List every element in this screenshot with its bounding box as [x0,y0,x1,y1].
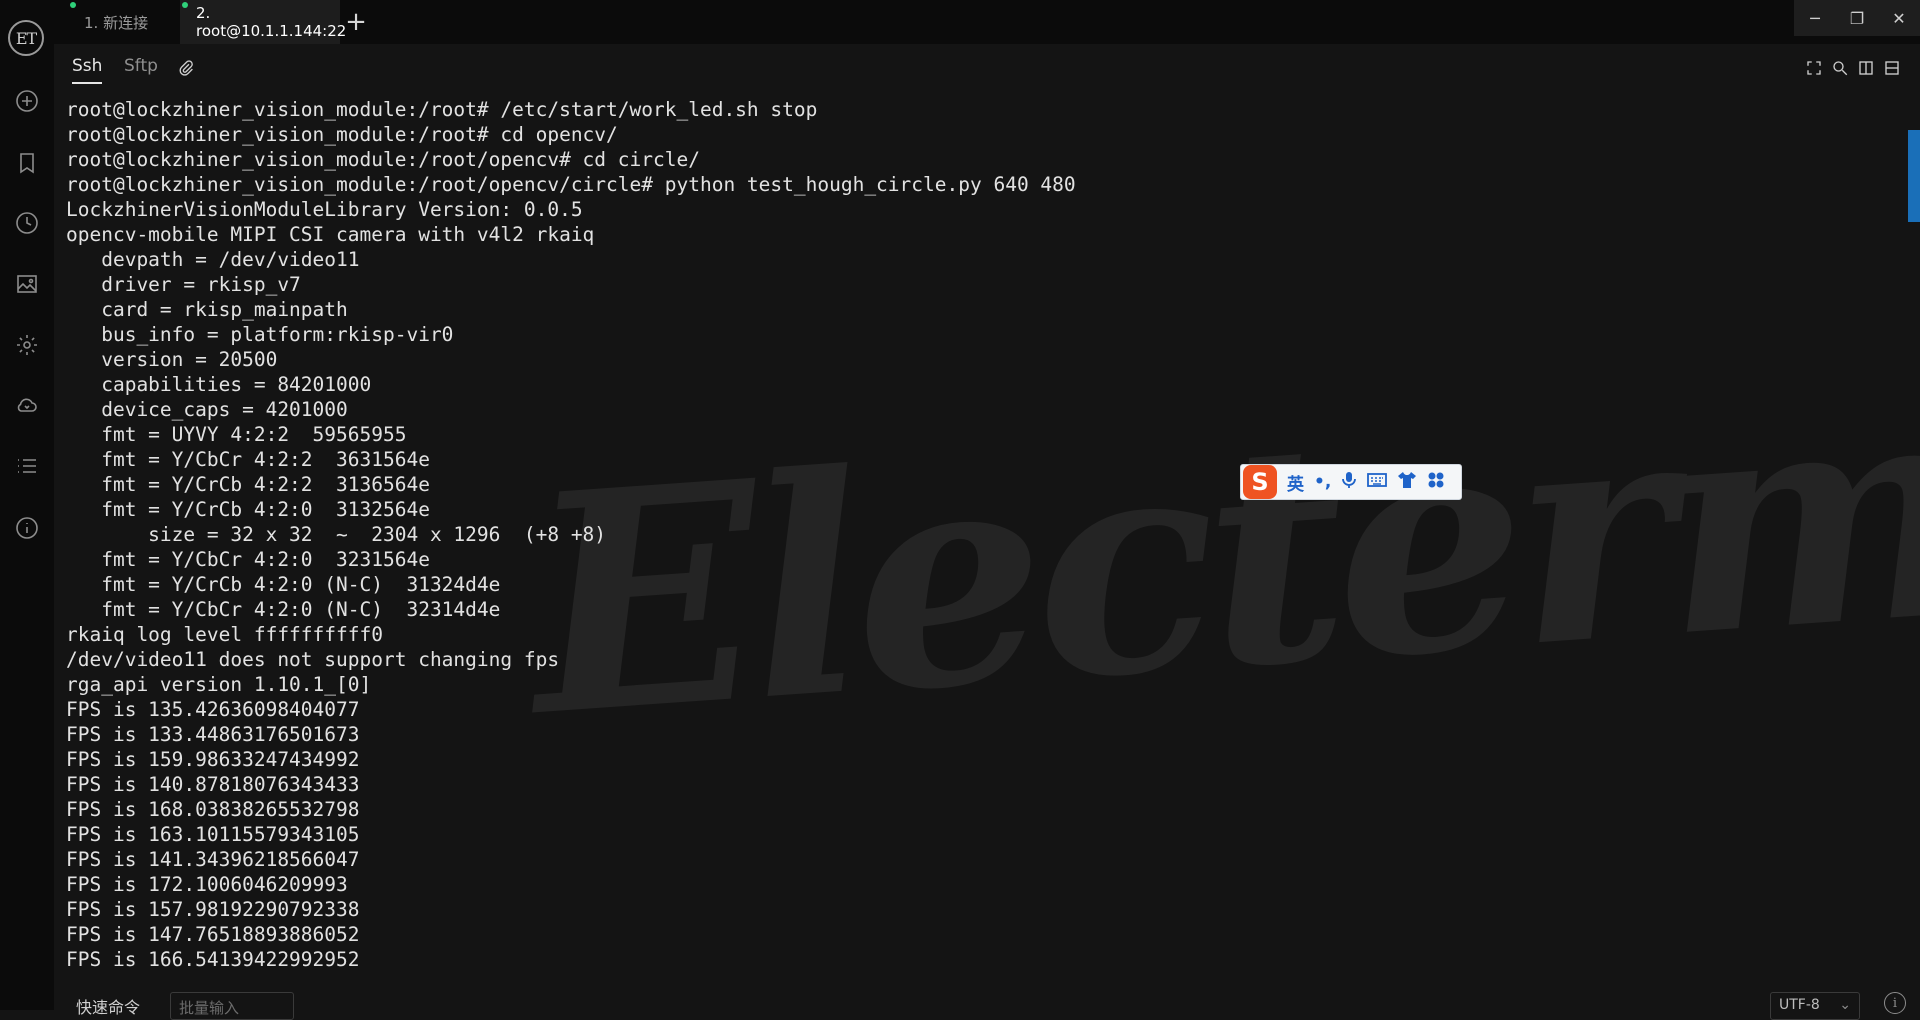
sogou-logo-icon[interactable]: S [1243,465,1277,499]
terminal-line: FPS is 133.44863176501673 [66,723,360,746]
tab-ssh-session[interactable]: 2. root@10.1.1.144:22 [180,0,346,44]
terminal-line: LockzhinerVisionModuleLibrary Version: 0… [66,198,583,221]
fullscreen-icon[interactable] [1804,58,1824,78]
info-icon[interactable]: i [1884,992,1906,1014]
bottom-bar: 快速命令 批量输入 UTF-8 ⌄ i [54,980,1920,1020]
history-icon[interactable] [12,208,42,238]
terminal-line: FPS is 163.10115579343105 [66,823,360,846]
bookmark-icon[interactable] [12,148,42,178]
terminal-line: driver = rkisp_v7 [66,273,301,296]
cloud-sync-icon[interactable] [12,390,42,420]
window-controls: ─ ❐ ✕ [1794,0,1920,36]
terminal-line: root@lockzhiner_vision_module:/root/open… [66,148,700,171]
attachment-icon[interactable] [176,58,196,78]
encoding-value: UTF-8 [1779,997,1820,1013]
terminal-line: FPS is 172.1006046209993 [66,873,348,896]
app-logo[interactable]: ET [8,20,44,56]
ime-language-toggle[interactable]: 英 [1287,470,1304,495]
skin-shirt-icon[interactable] [1397,471,1417,494]
terminal-line: version = 20500 [66,348,278,371]
tab-label: 1. 新连接 [84,13,149,32]
terminal-line: FPS is 140.87818076343433 [66,773,360,796]
terminal-line: FPS is 135.42636098404077 [66,698,360,721]
terminal-line: root@lockzhiner_vision_module:/root/open… [66,173,1076,196]
tab-new-connection[interactable]: 1. 新连接 [68,0,164,44]
terminal-line: fmt = Y/CbCr 4:2:2 3631564e [66,448,430,471]
terminal-line: FPS is 166.54139422992952 [66,948,360,971]
terminal-line: rkaiq log level ffffffffff0 [66,623,383,646]
tab-bar: 1. 新连接 2. root@10.1.1.144:22 + ─ ❐ ✕ [54,0,1920,44]
minimize-button[interactable]: ─ [1794,0,1836,36]
close-button[interactable]: ✕ [1878,0,1920,36]
search-icon[interactable] [1830,58,1850,78]
add-tab-button[interactable]: + [342,8,370,36]
terminal-line: fmt = Y/CbCr 4:2:0 3231564e [66,548,430,571]
terminal-line: FPS is 168.03838265532798 [66,798,360,821]
tab-sftp[interactable]: Sftp [124,56,158,76]
terminal-scrollbar[interactable] [1908,130,1920,222]
terminal-line: device_caps = 4201000 [66,398,348,421]
terminal-line: fmt = Y/CbCr 4:2:0 (N-C) 32314d4e [66,598,501,621]
microphone-icon[interactable] [1341,471,1357,494]
terminal-line: devpath = /dev/video11 [66,248,360,271]
quick-command-button[interactable]: 快速命令 [76,994,140,1018]
terminal-line: fmt = UYVY 4:2:2 59565955 [66,423,407,446]
image-icon[interactable] [12,269,42,299]
terminal-line: card = rkisp_mainpath [66,298,348,321]
terminal-line: fmt = Y/CrCb 4:2:2 3136564e [66,473,430,496]
toolbox-grid-icon[interactable] [1427,471,1445,494]
info-icon[interactable] [12,513,42,543]
left-sidebar: ET [0,0,54,1010]
terminal-line: FPS is 141.34396218566047 [66,848,360,871]
terminal-line: opencv-mobile MIPI CSI camera with v4l2 … [66,223,595,246]
terminal-line: FPS is 157.98192290792338 [66,898,360,921]
split-vertical-icon[interactable] [1856,58,1876,78]
terminal-line: fmt = Y/CrCb 4:2:0 3132564e [66,498,430,521]
batch-input-field[interactable]: 批量输入 [170,992,294,1020]
terminal-line: FPS is 147.76518893886052 [66,923,360,946]
terminal-line: size = 32 x 32 ~ 2304 x 1296 (+8 +8) [66,523,607,546]
terminal-line: root@lockzhiner_vision_module:/root# cd … [66,123,618,146]
status-dot [182,2,188,8]
ime-toolbar[interactable]: S 英 •, [1240,464,1462,500]
tab-label: 2. root@10.1.1.144:22 [196,4,347,40]
terminal-line: fmt = Y/CrCb 4:2:0 (N-C) 31324d4e [66,573,501,596]
tab-ssh[interactable]: Ssh [72,56,103,84]
terminal-line: FPS is 159.98633247434992 [66,748,360,771]
list-icon[interactable] [12,451,42,481]
add-circle-icon[interactable] [12,86,42,116]
terminal-line: root@lockzhiner_vision_module:/root# /et… [66,98,818,121]
ime-punctuation-toggle[interactable]: •, [1314,472,1331,492]
terminal-line: rga_api version 1.10.1_[0] [66,673,372,696]
status-dot [70,2,76,8]
settings-icon[interactable] [12,330,42,360]
chevron-down-icon: ⌄ [1839,997,1851,1013]
split-horizontal-icon[interactable] [1882,58,1902,78]
encoding-select[interactable]: UTF-8 ⌄ [1770,992,1860,1020]
session-subtabs: Ssh Sftp [54,44,1920,90]
terminal-line: capabilities = 84201000 [66,373,372,396]
terminal-line: bus_info = platform:rkisp-vir0 [66,323,454,346]
terminal-line: /dev/video11 does not support changing f… [66,648,560,671]
restore-button[interactable]: ❐ [1836,0,1878,36]
keyboard-icon[interactable] [1367,472,1388,493]
terminal-output[interactable]: root@lockzhiner_vision_module:/root# /et… [66,97,1886,977]
